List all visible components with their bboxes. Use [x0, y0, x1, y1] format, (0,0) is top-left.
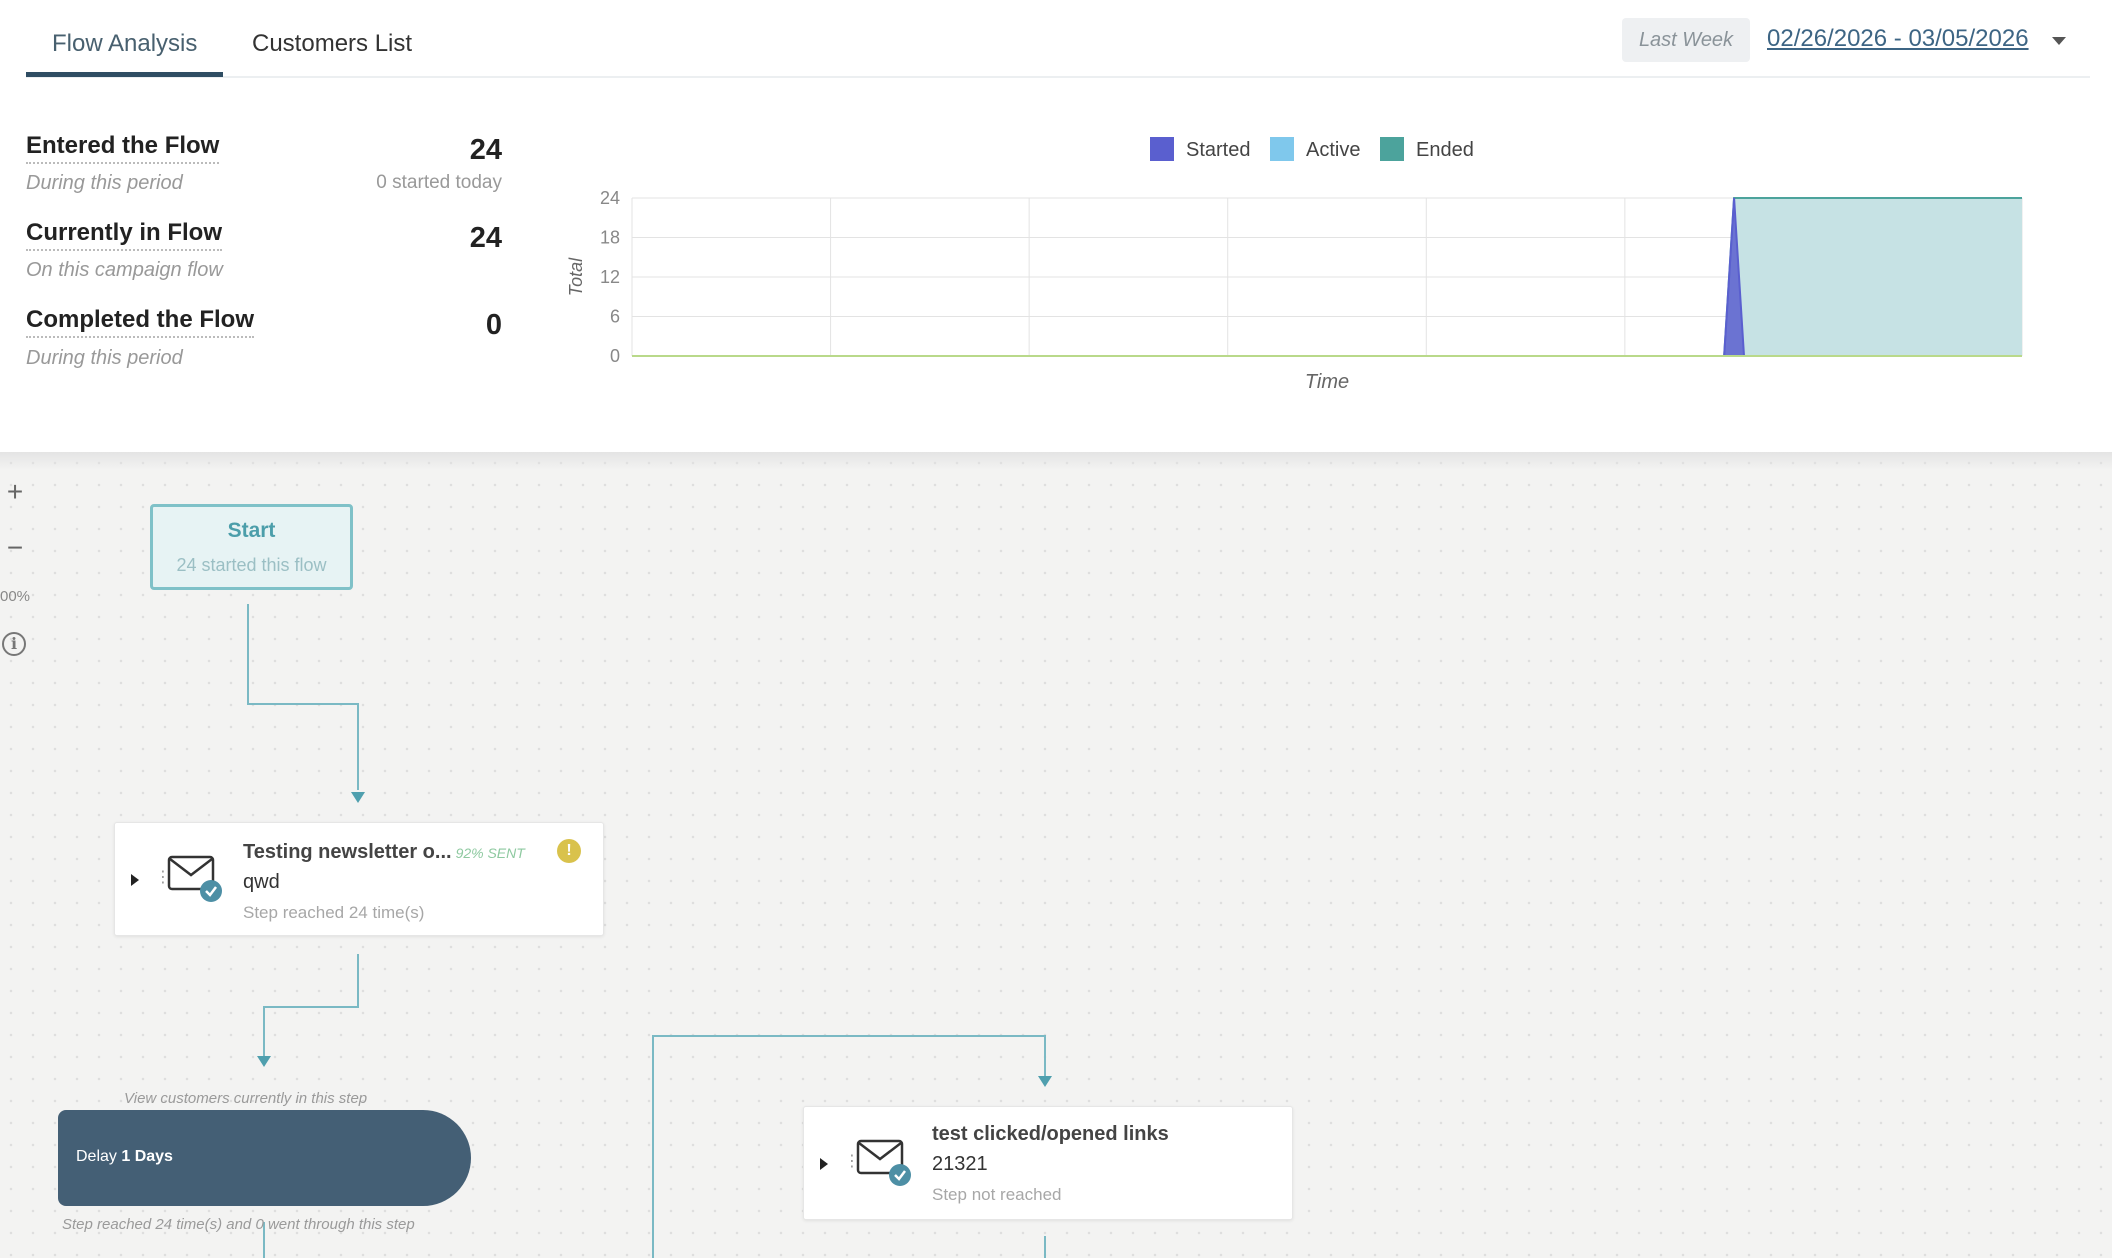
stat-current-subtitle: On this campaign flow — [26, 259, 223, 281]
info-icon[interactable]: i — [2, 632, 26, 656]
legend-swatch-active — [1270, 137, 1294, 161]
date-range-picker[interactable]: 02/26/2026 - 03/05/2026 — [1767, 25, 2029, 53]
email-step-subject: qwd — [243, 871, 280, 893]
expand-caret-icon[interactable] — [820, 1158, 828, 1170]
stat-entered-title[interactable]: Entered the Flow — [26, 132, 220, 164]
zoom-out-button[interactable]: − — [0, 532, 30, 564]
arrow-icon — [351, 792, 365, 803]
y-tick-label: 24 — [600, 188, 620, 208]
y-axis-label: Total — [566, 257, 586, 296]
flow-analysis-panel: Flow Analysis Customers List Last Week 0… — [0, 0, 2112, 452]
legend-swatch-ended — [1380, 137, 1404, 161]
arrow-icon — [257, 1056, 271, 1067]
delay-step-note: Step reached 24 time(s) and 0 went throu… — [62, 1216, 415, 1233]
email-step-title: Testing newsletter o... 92% SENT — [243, 841, 525, 863]
legend-label-started: Started — [1186, 139, 1250, 161]
stat-entered-value: 24 — [469, 134, 502, 166]
delay-step-label: Delay 1 Days — [76, 1148, 173, 1165]
start-node-subtitle: 24 started this flow — [176, 555, 327, 575]
chevron-down-icon[interactable] — [2052, 37, 2066, 45]
y-tick-label: 0 — [610, 346, 620, 366]
email-step-subject-2: 21321 — [932, 1153, 988, 1175]
start-node-title: Start — [227, 519, 276, 542]
tab-flow-analysis[interactable]: Flow Analysis — [52, 30, 197, 58]
y-tick-label: 6 — [610, 307, 620, 327]
flow-chart: 0 6 12 18 24 Time Total Started Active Ended — [566, 137, 2023, 393]
stat-completed-subtitle: During this period — [26, 347, 183, 369]
connector-start-to-email — [247, 604, 359, 790]
email-step-title-2: test clicked/opened links — [932, 1123, 1169, 1145]
stat-entered-subtitle: During this period — [26, 172, 183, 194]
legend-swatch-started — [1150, 137, 1174, 161]
email-sent-percent: 92% SENT — [455, 845, 525, 861]
date-preset-badge[interactable]: Last Week — [1622, 18, 1750, 62]
legend-label-active: Active — [1306, 139, 1360, 161]
email-step-note: Step reached 24 time(s) — [243, 903, 425, 922]
zoom-level: 00% — [0, 588, 31, 605]
zoom-in-button[interactable]: + — [0, 476, 30, 508]
email-step-card-2[interactable]: ⋮⋮ test clicked/opened links 21321 Step … — [803, 1106, 1293, 1220]
delay-hint-link[interactable]: View customers currently in this step — [124, 1090, 367, 1107]
warning-icon[interactable]: ! — [557, 839, 581, 863]
email-icon — [856, 1139, 911, 1186]
email-step-note-2: Step not reached — [932, 1185, 1062, 1204]
y-tick-label: 18 — [600, 228, 620, 248]
stat-completed-title[interactable]: Completed the Flow — [26, 306, 254, 338]
active-tab-indicator — [26, 72, 223, 77]
start-node[interactable]: Start 24 started this flow — [150, 504, 353, 590]
flow-canvas[interactable]: + − 00% i Start 24 started this flow ⋮⋮ … — [0, 452, 2112, 1258]
stat-completed-value: 0 — [485, 309, 502, 341]
tab-customers-list[interactable]: Customers List — [252, 30, 412, 58]
stat-entered-note: 0 started today — [376, 172, 502, 193]
connector-email-to-delay — [263, 954, 359, 1062]
email-icon — [167, 855, 222, 902]
expand-caret-icon[interactable] — [131, 874, 139, 886]
delay-step-node[interactable]: Delay 1 Days — [58, 1110, 471, 1206]
arrow-icon — [1038, 1076, 1052, 1087]
x-axis-label: Time — [1305, 371, 1349, 393]
legend-label-ended: Ended — [1416, 139, 1474, 161]
stat-current-value: 24 — [469, 222, 502, 254]
stat-current-title[interactable]: Currently in Flow — [26, 219, 223, 251]
email-step-card[interactable]: ⋮⋮ Testing newsletter o...92% SENT ! qwd… — [114, 822, 604, 936]
y-tick-label: 12 — [600, 267, 620, 287]
